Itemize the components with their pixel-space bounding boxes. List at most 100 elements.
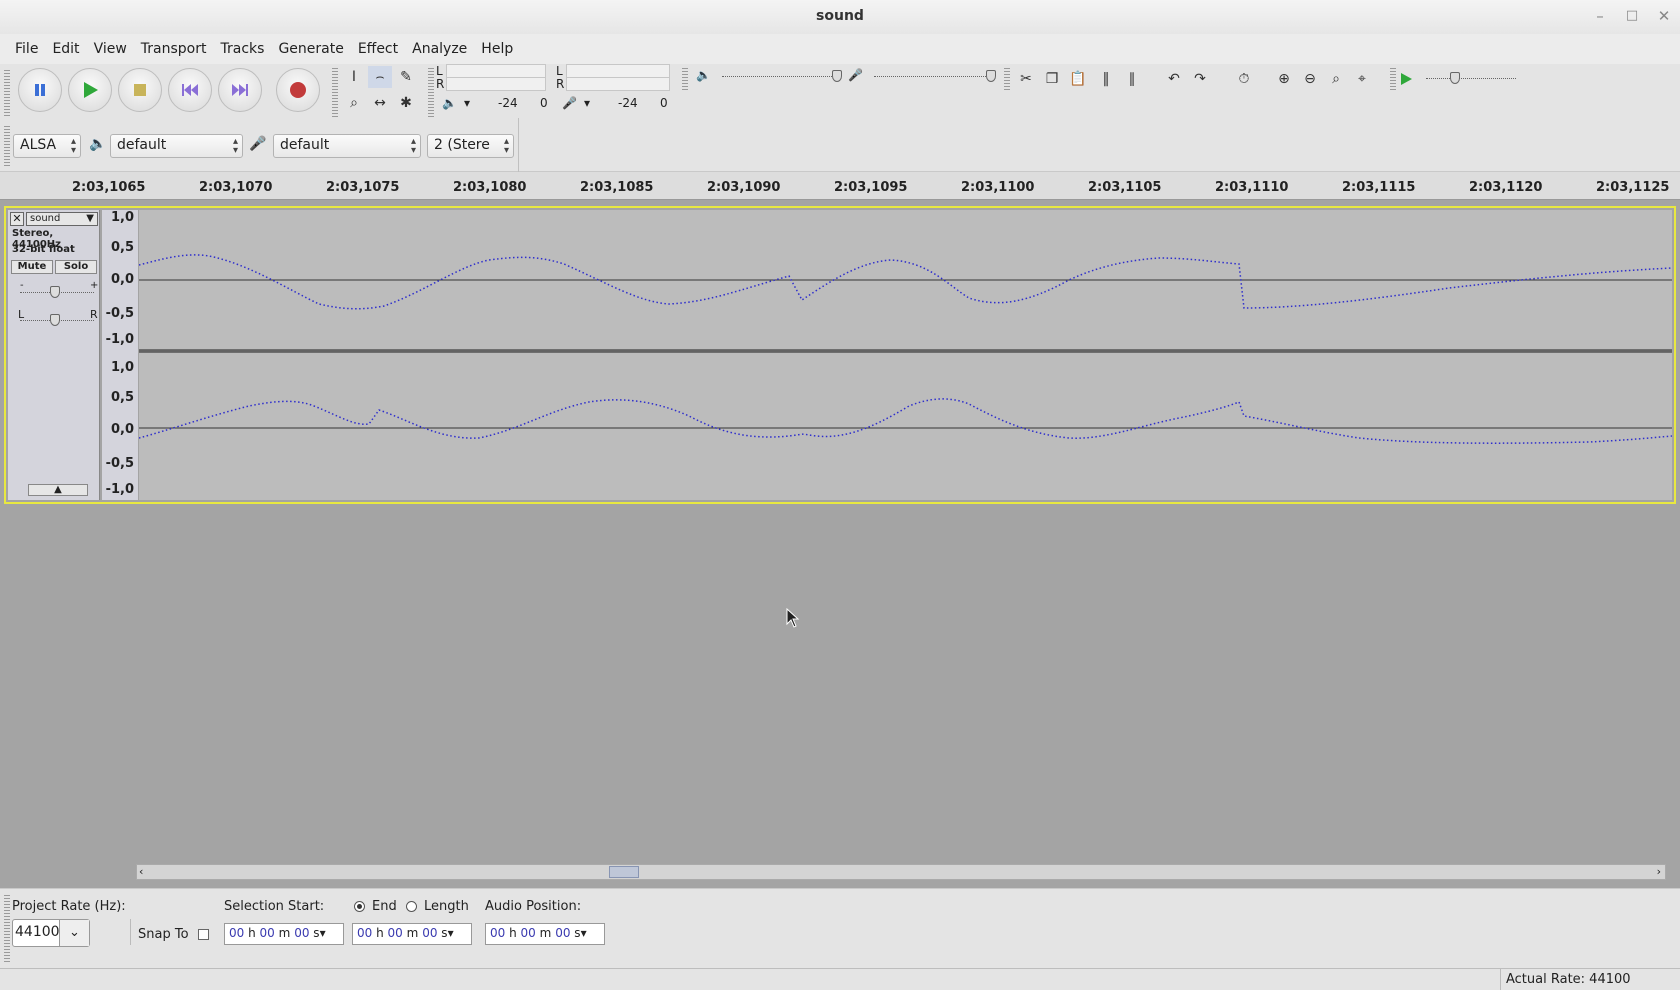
scale-label: 1,0: [110, 360, 134, 375]
recording-channels-select[interactable]: 2 (Stere ▴ ▾: [427, 134, 514, 158]
toolbar-grip[interactable]: [4, 68, 10, 116]
fit-selection-icon[interactable]: ⌕: [1324, 68, 1348, 90]
record-meter-right[interactable]: [566, 77, 670, 91]
draw-tool-icon[interactable]: ✎: [394, 66, 418, 88]
mute-button[interactable]: Mute: [11, 260, 53, 274]
horizontal-scrollbar[interactable]: ‹ ›: [136, 864, 1666, 880]
toolbar-divider: [518, 118, 519, 172]
scroll-right-icon[interactable]: ›: [1657, 865, 1661, 878]
close-window-icon[interactable]: ✕: [1649, 4, 1679, 28]
playback-meter-left[interactable]: [446, 64, 546, 78]
selection-start-time[interactable]: 00 h 00 m 00 s▾: [224, 923, 344, 945]
snap-to-checkbox[interactable]: [198, 929, 209, 940]
menu-help[interactable]: Help: [474, 41, 520, 57]
selection-end-time[interactable]: 00 h 00 m 00 s▾: [352, 923, 472, 945]
stop-button[interactable]: [118, 68, 162, 112]
toolbar-grip[interactable]: [682, 66, 688, 92]
playback-device-select[interactable]: default ▴ ▾: [110, 134, 243, 158]
dropdown-arrow-icon[interactable]: ▾: [581, 926, 587, 940]
audio-track[interactable]: ✕ sound ▼ Stereo, 44100Hz 32-bit float M…: [4, 206, 1676, 504]
recording-volume-slider[interactable]: [874, 76, 992, 77]
silence-icon[interactable]: ∥: [1120, 68, 1144, 90]
audio-position-time[interactable]: 00 h 00 m 00 s▾: [485, 923, 605, 945]
menu-generate[interactable]: Generate: [271, 41, 350, 57]
sync-lock-icon[interactable]: ⏱: [1232, 68, 1256, 90]
close-track-icon[interactable]: ✕: [10, 212, 24, 226]
toolbar-grip[interactable]: [1004, 66, 1010, 92]
fit-project-icon[interactable]: ⌖: [1350, 68, 1374, 90]
menu-analyze[interactable]: Analyze: [405, 41, 474, 57]
pause-button[interactable]: [18, 68, 62, 112]
pause-icon: [35, 84, 45, 96]
pan-slider-thumb[interactable]: [50, 314, 60, 326]
paste-icon[interactable]: 📋: [1066, 68, 1090, 90]
toolbar-grip[interactable]: [4, 893, 10, 963]
dropdown-arrow-icon[interactable]: ▾: [320, 926, 326, 940]
scrollbar-thumb[interactable]: [609, 866, 639, 878]
cut-icon[interactable]: ✂: [1014, 68, 1038, 90]
trim-icon[interactable]: ‖: [1094, 68, 1118, 90]
toolbar-grip[interactable]: [428, 66, 434, 118]
record-meter-zero: 0: [660, 96, 668, 110]
speaker-icon: 🔈: [442, 96, 457, 110]
dropdown-arrow-icon[interactable]: ▾: [448, 926, 454, 940]
waveform-svg[interactable]: [138, 210, 1673, 500]
end-radio[interactable]: [354, 901, 365, 912]
zoom-in-icon[interactable]: ⊕: [1272, 68, 1296, 90]
vertical-scale-ruler[interactable]: 1,0 0,5 0,0 -0,5 -1,0 1,0 0,5 0,0 -0,5 -…: [102, 210, 138, 500]
play-button[interactable]: [68, 68, 112, 112]
minutes-value: 00: [520, 926, 536, 940]
menu-edit[interactable]: Edit: [45, 41, 86, 57]
menu-effect[interactable]: Effect: [351, 41, 405, 57]
copy-icon[interactable]: ❐: [1040, 68, 1064, 90]
menu-tracks[interactable]: Tracks: [214, 41, 272, 57]
minimize-icon[interactable]: –: [1585, 4, 1615, 28]
status-bar: Actual Rate: 44100: [0, 968, 1680, 990]
play-speed-thumb[interactable]: [1450, 72, 1460, 84]
skip-start-button[interactable]: [168, 68, 212, 112]
undo-icon[interactable]: ↶: [1162, 68, 1186, 90]
timeshift-tool-icon[interactable]: ↔: [368, 92, 392, 114]
record-meter-left[interactable]: [566, 64, 670, 78]
playback-volume-thumb[interactable]: [832, 70, 842, 82]
title-bar: sound – □ ✕: [0, 0, 1680, 34]
playback-meter-menu-icon[interactable]: ▾: [464, 96, 470, 110]
play-speed-slider[interactable]: [1426, 78, 1516, 79]
multi-tool-icon[interactable]: ✱: [394, 92, 418, 114]
recording-device-select[interactable]: default ▴ ▾: [273, 134, 421, 158]
right-channel-bg: [139, 352, 1672, 500]
hours-unit: h: [248, 926, 256, 940]
updown-icon: ▴ ▾: [232, 136, 238, 156]
menu-transport[interactable]: Transport: [134, 41, 214, 57]
audio-host-select[interactable]: ALSA ▴ ▾: [13, 134, 81, 158]
record-button[interactable]: [276, 68, 320, 112]
scroll-left-icon[interactable]: ‹: [139, 865, 143, 878]
toolbar-grip[interactable]: [332, 66, 338, 118]
length-radio[interactable]: [406, 901, 417, 912]
snap-to-label: Snap To: [138, 927, 189, 942]
maximize-icon[interactable]: □: [1617, 4, 1647, 28]
selection-tool-icon[interactable]: I: [342, 66, 366, 88]
playback-volume-slider[interactable]: [722, 76, 840, 77]
menu-file[interactable]: File: [8, 41, 45, 57]
track-name-menu[interactable]: sound ▼: [26, 212, 98, 226]
record-meter-menu-icon[interactable]: ▾: [584, 96, 590, 110]
timeline-ruler[interactable]: 2:03,1065 2:03,1070 2:03,1075 2:03,1080 …: [0, 172, 1680, 200]
skip-end-button[interactable]: [218, 68, 262, 112]
zoom-tool-icon[interactable]: ⌕: [342, 92, 366, 114]
gain-slider-thumb[interactable]: [50, 286, 60, 298]
minutes-value: 00: [387, 926, 403, 940]
solo-button[interactable]: Solo: [55, 260, 97, 274]
playback-meter-right[interactable]: [446, 77, 546, 91]
envelope-tool-icon[interactable]: ⌢: [368, 66, 392, 88]
project-rate-combo[interactable]: 44100 ⌄: [12, 919, 90, 947]
redo-icon[interactable]: ↷: [1188, 68, 1212, 90]
recording-volume-thumb[interactable]: [986, 70, 996, 82]
zoom-out-icon[interactable]: ⊖: [1298, 68, 1322, 90]
menu-view[interactable]: View: [87, 41, 134, 57]
chevron-down-icon[interactable]: ⌄: [59, 920, 89, 946]
toolbar-grip[interactable]: [4, 124, 10, 166]
collapse-track-icon[interactable]: ▲: [28, 484, 88, 496]
play-at-speed-button[interactable]: [1394, 68, 1418, 90]
waveform-area[interactable]: [138, 210, 1673, 500]
